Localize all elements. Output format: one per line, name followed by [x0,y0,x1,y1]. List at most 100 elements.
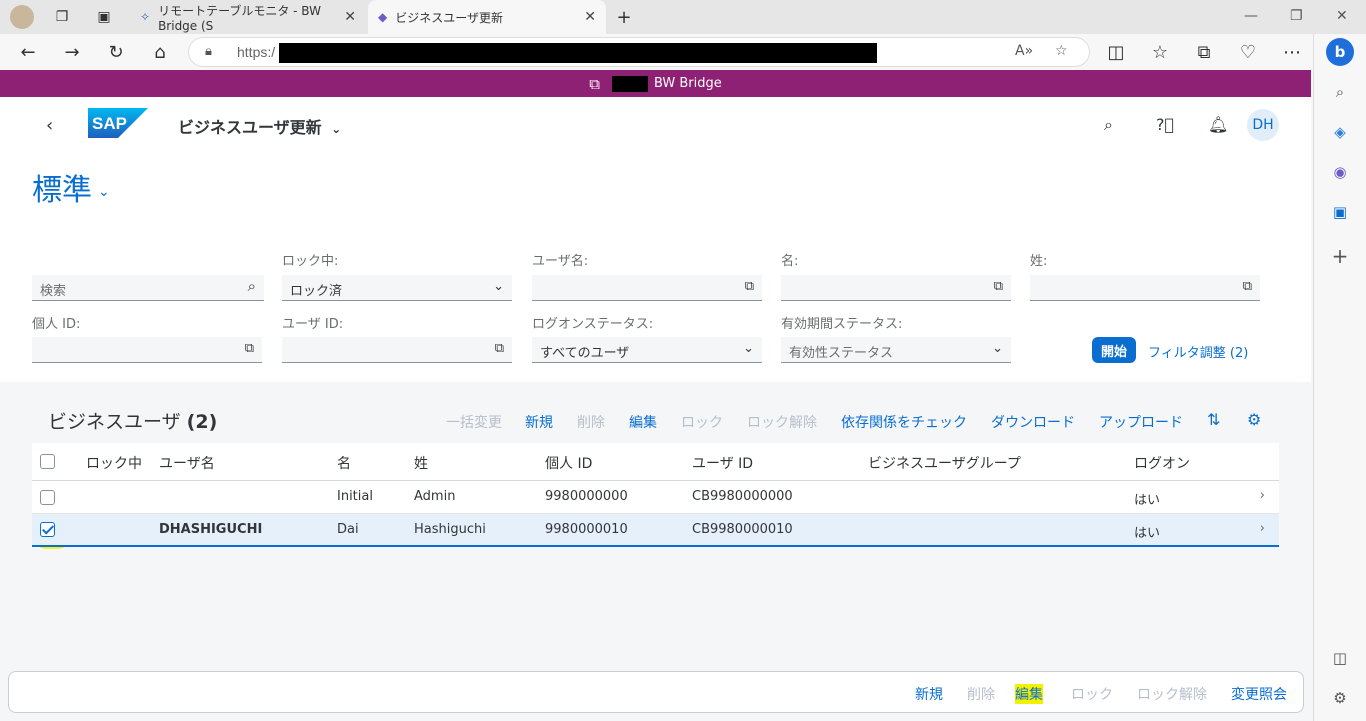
cell-first-name: Dai [337,522,359,537]
read-aloud-icon[interactable]: A» [1015,43,1033,59]
workspaces-icon[interactable]: ❐ [50,5,74,29]
tab-actions-icon[interactable]: ▣ [92,5,116,29]
person-id-input[interactable]: ⧉ [32,337,262,363]
mass-change-button[interactable]: 一括変更 [446,412,502,432]
user-avatar[interactable]: DH [1247,109,1279,141]
lock-button[interactable]: ロック [681,412,723,432]
column-header[interactable]: ロック中 [86,453,142,473]
lastname-filter-label: 姓: [1030,254,1048,269]
value-help-icon[interactable]: ⧉ [495,341,504,356]
profile-avatar-icon[interactable] [10,5,34,29]
more-icon[interactable]: ⋯ [1280,40,1304,64]
user-id-input[interactable]: ⧉ [282,337,512,363]
table-row[interactable]: Initial Admin 9980000000 CB9980000000 はい… [32,481,1279,514]
adapt-filters-link[interactable]: フィルタ調整 (2) [1148,342,1248,361]
back-chevron-icon[interactable]: ‹ [46,115,53,136]
column-header[interactable]: ユーザ名 [159,453,215,473]
notifications-bell-icon[interactable]: 🔔︎ [1208,115,1228,134]
value-help-icon[interactable]: ⧉ [994,279,1003,294]
minimize-icon[interactable]: — [1244,8,1258,24]
column-header[interactable]: ユーザ ID [692,453,753,473]
bing-copilot-icon[interactable]: b [1326,38,1354,66]
value-help-icon[interactable]: ⧉ [745,279,754,294]
unlock-button[interactable]: ロック解除 [747,412,817,432]
sidebar-toggle-icon[interactable]: ◫ [1328,646,1352,670]
upload-button[interactable]: アップロード [1099,412,1183,432]
performance-icon[interactable]: ♡ [1236,40,1260,64]
footer-change-docs-button[interactable]: 変更照会 [1231,684,1287,704]
search-icon[interactable]: ⌕ [248,277,256,295]
settings-gear-icon[interactable]: ⚙ [1328,686,1352,710]
help-icon[interactable]: ?⃝ [1156,115,1174,134]
column-header[interactable]: 姓 [414,453,428,473]
variant-name: 標準 [32,173,92,208]
username-input[interactable]: ⧉ [532,275,762,301]
close-icon[interactable]: ✕ [584,9,596,25]
cell-person-id: 9980000000 [545,489,628,504]
search-icon[interactable]: ⌕ [1104,115,1113,135]
footer-new-button[interactable]: 新規 [915,684,943,704]
footer-lock-button[interactable]: ロック [1071,684,1113,704]
home-icon[interactable]: ⌂ [148,40,172,64]
download-button[interactable]: ダウンロード [991,412,1075,432]
restore-icon[interactable]: ❐ [1290,8,1303,24]
firstname-input[interactable]: ⧉ [781,275,1011,301]
url-field[interactable]: 🔒︎ https:/ A» ☆ [188,37,1090,67]
footer-unlock-button[interactable]: ロック解除 [1137,684,1207,704]
chevron-right-icon[interactable]: › [1260,521,1265,536]
row-checkbox[interactable] [40,490,55,505]
favorite-star-icon[interactable]: ☆ [1055,43,1068,59]
app-title-menu[interactable]: ビジネスユーザ更新 ⌄ [178,114,341,138]
logon-status-select[interactable]: すべてのユーザ ⌄ [532,337,762,363]
edit-button[interactable]: 編集 [629,412,657,432]
favorites-icon[interactable]: ☆ [1148,40,1172,64]
variant-selector[interactable]: 標準 ⌄ [32,165,110,209]
sap-tab-icon: ✧ [140,10,151,24]
search-icon[interactable]: ⌕ [1328,80,1352,104]
delete-button[interactable]: 削除 [577,412,605,432]
footer-delete-button[interactable]: 削除 [967,684,995,704]
new-tab-button[interactable]: + [612,5,636,29]
column-header[interactable]: ビジネスユーザグループ [868,453,1021,473]
redacted-system-id [611,75,648,92]
column-header[interactable]: ログオン [1134,453,1190,473]
value-help-icon[interactable]: ⧉ [245,341,254,356]
select-all-checkbox[interactable] [40,454,55,469]
validity-filter-label: 有効期間ステータス: [781,317,903,332]
close-icon[interactable]: ✕ [344,9,356,25]
cell-user-id: CB9980000010 [692,522,793,537]
locked-select[interactable]: ロック済 ⌄ [282,275,512,301]
column-header[interactable]: 名 [337,453,351,473]
row-checkbox[interactable] [40,522,55,537]
forward-icon[interactable]: → [60,40,84,64]
outlook-icon[interactable]: ▣ [1328,200,1352,224]
shopping-tag-icon[interactable]: ◈ [1328,120,1352,144]
tab-remote-table-monitor[interactable]: ✧ リモートテーブルモニタ - BW Bridge (S ✕ [130,0,366,34]
collections-icon[interactable]: ⧉ [1192,40,1216,64]
settings-gear-icon[interactable]: ⚙ [1247,410,1261,429]
chevron-down-icon: ⌄ [992,341,1003,356]
logon-status-filter-label: ログオンステータス: [532,317,654,332]
refresh-icon[interactable]: ↻ [104,40,128,64]
chevron-right-icon[interactable]: › [1260,488,1265,503]
check-dependencies-button[interactable]: 依存関係をチェック [841,412,967,432]
sap-logo[interactable]: SAP [88,108,148,138]
validity-select[interactable]: 有効性ステータス ⌄ [781,337,1011,363]
back-icon[interactable]: ← [16,40,40,64]
footer-edit-button[interactable]: 編集 [1015,684,1043,704]
cell-logon: はい [1134,526,1161,541]
office-icon[interactable]: ◉ [1328,160,1352,184]
window-close-icon[interactable]: ✕ [1336,8,1348,24]
column-header[interactable]: 個人 ID [545,453,592,473]
new-button[interactable]: 新規 [525,412,553,432]
sort-icon[interactable]: ⇅ [1207,410,1220,429]
tab-business-user[interactable]: ◆ ビジネスユーザ更新 ✕ [368,0,606,34]
value-help-icon[interactable]: ⧉ [1243,279,1252,294]
add-icon[interactable]: + [1328,244,1352,268]
lastname-input[interactable]: ⧉ [1030,275,1260,301]
go-button[interactable]: 開始 [1092,337,1136,363]
validity-value: 有効性ステータス [789,346,894,361]
search-input[interactable]: 検索 ⌕ [32,275,264,301]
table-row[interactable]: DHASHIGUCHI Dai Hashiguchi 9980000010 CB… [32,514,1279,547]
split-screen-icon[interactable]: ◫ [1104,40,1128,64]
